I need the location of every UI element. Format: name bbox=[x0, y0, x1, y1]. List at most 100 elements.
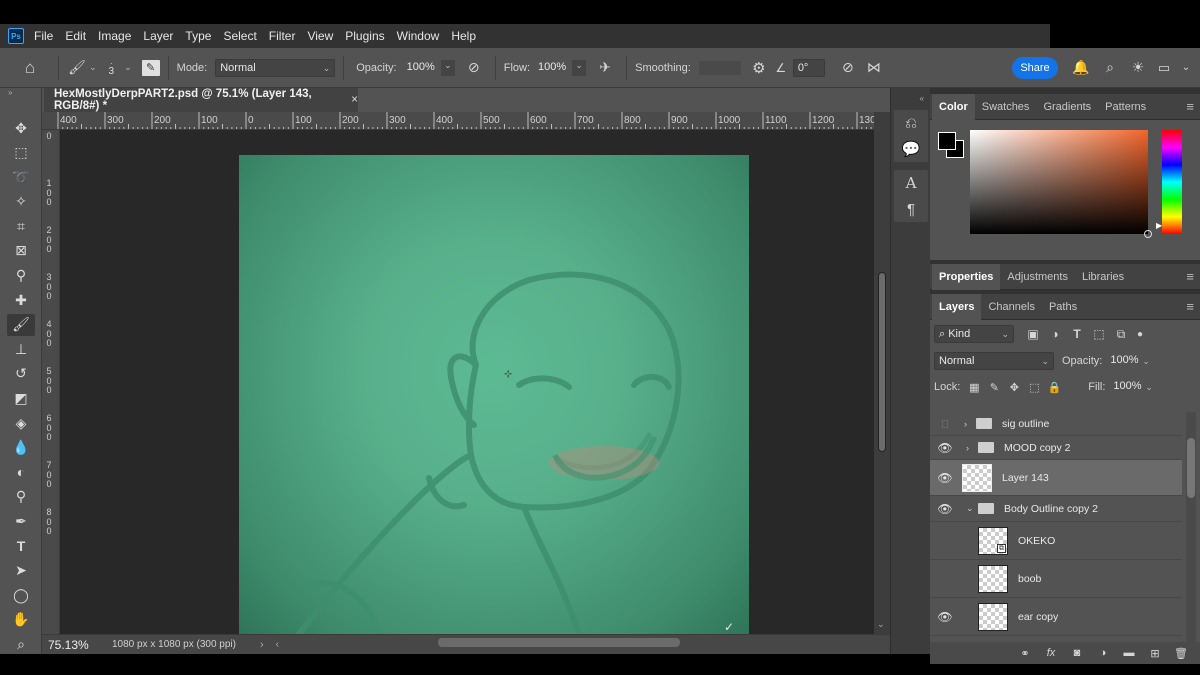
chevron-down-icon[interactable]: ⌄ bbox=[89, 62, 97, 73]
expand-chevrons-icon[interactable]: « bbox=[891, 94, 930, 104]
magic-wand-tool-icon[interactable]: ✧ bbox=[7, 191, 35, 213]
menu-view[interactable]: View bbox=[307, 29, 333, 43]
filter-shape-icon[interactable]: ⬚ bbox=[1088, 327, 1110, 341]
paint-bucket-tool-icon[interactable]: ◈ bbox=[7, 412, 35, 434]
tab-libraries[interactable]: Libraries bbox=[1075, 264, 1131, 290]
filter-pixel-icon[interactable]: ▣ bbox=[1022, 327, 1044, 341]
lock-artboard-icon[interactable]: ⬚ bbox=[1024, 381, 1044, 394]
trash-icon[interactable]: 🗑 bbox=[1168, 647, 1194, 660]
bell-icon[interactable]: 🔔 bbox=[1066, 59, 1096, 76]
mode-select[interactable]: Normal ⌄ bbox=[215, 58, 336, 77]
collapse-chevrons-icon[interactable]: » bbox=[0, 88, 41, 97]
chevron-down-icon[interactable]: ⌄ bbox=[1176, 62, 1196, 73]
chevron-right-icon[interactable]: › bbox=[966, 443, 978, 453]
chevron-right-icon[interactable]: › bbox=[260, 639, 264, 651]
gear-icon[interactable]: ⚙ bbox=[745, 59, 773, 77]
pressure-opacity-icon[interactable]: ⊘ bbox=[461, 59, 487, 76]
tab-gradients[interactable]: Gradients bbox=[1036, 94, 1098, 120]
tab-color[interactable]: Color bbox=[932, 93, 975, 120]
vertical-scrollbar[interactable]: ⌄ bbox=[874, 112, 890, 634]
chevron-down-icon[interactable]: ⌄ bbox=[966, 503, 978, 514]
menu-window[interactable]: Window bbox=[397, 29, 440, 43]
menu-layer[interactable]: Layer bbox=[143, 29, 173, 43]
canvas-area[interactable]: ⊹ ✓ bbox=[60, 130, 874, 634]
filter-type-icon[interactable]: T bbox=[1066, 327, 1088, 341]
zoom-tool-icon[interactable]: ⌕ bbox=[7, 633, 35, 655]
filter-adjustment-icon[interactable]: ◑ bbox=[1044, 327, 1066, 341]
lasso-tool-icon[interactable]: ➰ bbox=[7, 166, 35, 188]
chevron-down-icon[interactable]: ⌄ bbox=[877, 619, 885, 630]
layer-row-okeko[interactable]: ◉ ⧉ OKEKO bbox=[930, 522, 1182, 560]
workspace-icon[interactable]: ▭ bbox=[1152, 60, 1176, 76]
lock-pixels-icon[interactable]: ✎ bbox=[984, 381, 1004, 394]
eraser-tool-icon[interactable]: ◩ bbox=[7, 388, 35, 410]
horizontal-scroll-thumb[interactable] bbox=[438, 638, 680, 647]
eye-icon[interactable]: 👁 bbox=[934, 502, 956, 516]
brush-tool-icon[interactable]: 🖌 bbox=[7, 313, 35, 336]
chevron-down-icon[interactable]: ⌄ bbox=[572, 59, 587, 76]
opacity-input[interactable]: 100% bbox=[403, 59, 439, 77]
menu-plugins[interactable]: Plugins bbox=[345, 29, 384, 43]
hue-slider[interactable]: ▶ bbox=[1156, 130, 1182, 234]
character-icon[interactable]: A bbox=[894, 170, 928, 196]
frame-tool-icon[interactable]: ⊠ bbox=[7, 240, 35, 262]
layer-row-ear-copy[interactable]: 👁 ear copy bbox=[930, 598, 1182, 636]
menu-type[interactable]: Type bbox=[185, 29, 211, 43]
magnify-tool-icon[interactable]: ⚲ bbox=[7, 486, 35, 508]
flow-input[interactable]: 100% bbox=[534, 59, 570, 77]
path-selection-tool-icon[interactable]: ➤ bbox=[7, 560, 35, 582]
eye-icon[interactable]: 👁 bbox=[934, 471, 956, 485]
fill-input[interactable]: 100% bbox=[1109, 378, 1143, 396]
vertical-scroll-thumb[interactable] bbox=[878, 272, 886, 452]
chevron-down-icon[interactable]: ⌄ bbox=[440, 59, 455, 76]
symmetry-butterfly-icon[interactable]: ⋈ bbox=[861, 59, 887, 76]
link-layers-icon[interactable]: ⚭ bbox=[1012, 647, 1038, 660]
lock-transparency-icon[interactable]: ▦ bbox=[964, 381, 984, 394]
saturation-value-field[interactable] bbox=[970, 130, 1152, 238]
history-brush-tool-icon[interactable]: ↺ bbox=[7, 363, 35, 385]
share-button[interactable]: Share bbox=[1012, 56, 1058, 79]
layer-kind-filter[interactable]: ⌕ Kind ⌄ bbox=[934, 325, 1014, 343]
chevron-right-icon[interactable]: › bbox=[964, 419, 976, 429]
adjustment-layer-icon[interactable]: ◑ bbox=[1090, 647, 1116, 659]
eye-icon[interactable]: 👁 bbox=[934, 441, 956, 455]
crop-tool-icon[interactable]: ⌗ bbox=[7, 215, 35, 237]
tab-channels[interactable]: Channels bbox=[981, 294, 1041, 320]
brush-tool-icon[interactable]: 🖌 bbox=[67, 59, 87, 76]
document-tab[interactable]: HexMostlyDerpPART2.psd @ 75.1% (Layer 14… bbox=[44, 88, 358, 112]
blend-mode-select[interactable]: Normal ⌄ bbox=[934, 352, 1054, 370]
tab-patterns[interactable]: Patterns bbox=[1098, 94, 1153, 120]
healing-brush-tool-icon[interactable]: ✚ bbox=[7, 289, 35, 311]
move-tool-icon[interactable]: ✥ bbox=[7, 117, 35, 139]
blur-tool-icon[interactable]: 💧 bbox=[7, 437, 35, 459]
panel-menu-icon[interactable]: ≡ bbox=[1186, 99, 1194, 114]
history-icon[interactable]: ⎌ bbox=[894, 110, 928, 136]
menu-edit[interactable]: Edit bbox=[65, 29, 86, 43]
search-icon[interactable]: ⌕ bbox=[1096, 59, 1124, 76]
menu-file[interactable]: File bbox=[34, 29, 53, 43]
eyedropper-tool-icon[interactable]: ⚲ bbox=[7, 265, 35, 287]
eye-icon[interactable]: ◉ bbox=[934, 572, 956, 586]
layer-row-body-outline-copy-2[interactable]: 👁 ⌄ Body Outline copy 2 bbox=[930, 496, 1182, 522]
panel-menu-icon[interactable]: ≡ bbox=[1186, 269, 1194, 284]
eye-icon[interactable]: ◉ bbox=[934, 534, 956, 548]
layer-row-layer-143[interactable]: 👁 Layer 143 bbox=[930, 460, 1182, 496]
close-icon[interactable]: × bbox=[351, 94, 358, 106]
menu-select[interactable]: Select bbox=[223, 29, 256, 43]
filter-smart-object-icon[interactable]: ⧉ bbox=[1110, 327, 1132, 342]
fx-icon[interactable]: fx bbox=[1038, 647, 1064, 659]
pressure-size-icon[interactable]: ⊘ bbox=[835, 59, 861, 76]
layer-row-boob[interactable]: ◉ boob bbox=[930, 560, 1182, 598]
comments-icon[interactable]: 💬 bbox=[894, 136, 928, 162]
lightbulb-icon[interactable]: ☀ bbox=[1124, 59, 1152, 76]
pen-tool-icon[interactable]: ✒ bbox=[7, 511, 35, 533]
smoothing-slider[interactable] bbox=[698, 60, 741, 75]
zoom-level[interactable]: 75.13% bbox=[48, 638, 106, 652]
foreground-color-swatch[interactable] bbox=[938, 132, 956, 150]
hand-tool-icon[interactable]: ✋ bbox=[7, 609, 35, 631]
layer-row-sig-outline[interactable]: ◉ › sig outline bbox=[930, 412, 1182, 436]
new-group-icon[interactable]: ▬ bbox=[1116, 647, 1142, 659]
menu-help[interactable]: Help bbox=[451, 29, 476, 43]
brush-settings-panel-icon[interactable]: ✎ bbox=[141, 59, 160, 76]
type-tool-icon[interactable]: T bbox=[7, 535, 35, 557]
